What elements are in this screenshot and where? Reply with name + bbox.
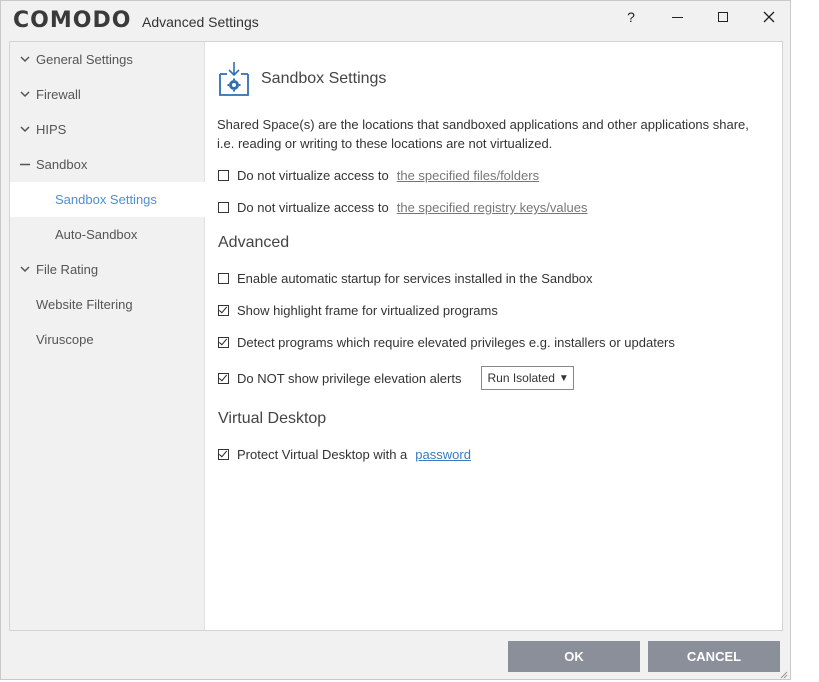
password-link[interactable]: password bbox=[415, 447, 471, 462]
sidebar-item-label: General Settings bbox=[36, 52, 133, 67]
auto-startup-checkbox[interactable] bbox=[218, 273, 229, 284]
maximize-icon bbox=[718, 12, 728, 22]
title-bar: COMODO Advanced Settings ? bbox=[1, 1, 790, 39]
sidebar-item-hips[interactable]: HIPS bbox=[10, 112, 204, 147]
resize-grip-icon[interactable] bbox=[778, 669, 788, 679]
sidebar-item-label: Sandbox bbox=[36, 157, 88, 172]
ok-button[interactable]: OK bbox=[508, 641, 640, 672]
shared-registry-checkbox[interactable] bbox=[218, 202, 229, 213]
page-title: Sandbox Settings bbox=[261, 70, 387, 87]
detect-elevated-checkbox[interactable] bbox=[218, 337, 229, 348]
sidebar-item-file-rating[interactable]: File Rating bbox=[10, 252, 204, 287]
dropdown-arrow-icon: ▼ bbox=[558, 372, 569, 384]
sidebar-item-firewall[interactable]: Firewall bbox=[10, 77, 204, 112]
shared-files-label: Do not virtualize access to bbox=[237, 168, 389, 183]
help-icon: ? bbox=[627, 9, 635, 25]
comodo-logo: COMODO bbox=[13, 8, 132, 33]
virtual-desktop-section-title: Virtual Desktop bbox=[218, 410, 327, 427]
cancel-button[interactable]: CANCEL bbox=[648, 641, 780, 672]
shared-registry-row: Do not virtualize access to the specifie… bbox=[218, 200, 588, 215]
shared-space-description: Shared Space(s) are the locations that s… bbox=[217, 117, 749, 151]
sidebar-item-label: Auto-Sandbox bbox=[55, 227, 138, 242]
specified-registry-link[interactable]: the specified registry keys/values bbox=[397, 200, 588, 215]
content-panel: General Settings Firewall HIPS Sandbox S… bbox=[9, 41, 783, 631]
sidebar-item-label: Sandbox Settings bbox=[55, 192, 157, 207]
close-icon bbox=[763, 11, 775, 23]
sidebar-item-label: HIPS bbox=[36, 122, 67, 137]
sidebar-item-label: File Rating bbox=[36, 262, 99, 277]
window-title: Advanced Settings bbox=[142, 14, 259, 30]
sidebar: General Settings Firewall HIPS Sandbox S… bbox=[10, 42, 249, 630]
virtual-desktop-label: Protect Virtual Desktop with a bbox=[237, 447, 408, 462]
auto-startup-label: Enable automatic startup for services in… bbox=[237, 271, 593, 286]
advanced-section-title: Advanced bbox=[218, 234, 290, 251]
minimize-button[interactable] bbox=[662, 5, 692, 29]
highlight-frame-row: Show highlight frame for virtualized pro… bbox=[218, 303, 498, 318]
chevron-down-icon bbox=[19, 54, 31, 66]
sandbox-settings-icon bbox=[219, 62, 249, 96]
detect-elevated-label: Detect programs which require elevated p… bbox=[237, 335, 675, 350]
minimize-icon bbox=[671, 16, 683, 18]
shared-files-row: Do not virtualize access to the specifie… bbox=[218, 168, 539, 183]
highlight-frame-checkbox[interactable] bbox=[218, 305, 229, 316]
elevation-alerts-label: Do NOT show privilege elevation alerts bbox=[237, 370, 462, 386]
virtual-desktop-checkbox[interactable] bbox=[218, 449, 229, 460]
sidebar-item-website-filtering[interactable]: Website Filtering bbox=[10, 287, 230, 322]
elevation-action-select[interactable]: Run Isolated ▼ bbox=[481, 366, 574, 390]
sidebar-item-viruscope[interactable]: Viruscope bbox=[10, 322, 230, 357]
sidebar-item-label: Firewall bbox=[36, 87, 81, 102]
chevron-down-icon bbox=[19, 89, 31, 101]
collapse-dash-icon bbox=[19, 159, 31, 171]
shared-registry-label: Do not virtualize access to bbox=[237, 200, 389, 215]
sidebar-item-general-settings[interactable]: General Settings bbox=[10, 42, 204, 77]
sidebar-item-label: Viruscope bbox=[36, 332, 94, 347]
main-panel: Sandbox Settings Shared Space(s) are the… bbox=[205, 42, 782, 630]
sidebar-item-sandbox[interactable]: Sandbox bbox=[10, 147, 204, 182]
close-button[interactable] bbox=[754, 5, 784, 29]
maximize-button[interactable] bbox=[708, 5, 738, 29]
detect-elevated-row: Detect programs which require elevated p… bbox=[218, 335, 675, 350]
elevation-action-value: Run Isolated bbox=[487, 371, 555, 385]
elevation-alerts-row: Do NOT show privilege elevation alerts R… bbox=[218, 366, 574, 390]
sidebar-item-label: Website Filtering bbox=[36, 297, 133, 312]
shared-files-checkbox[interactable] bbox=[218, 170, 229, 181]
virtual-desktop-row: Protect Virtual Desktop with a password bbox=[218, 447, 471, 462]
highlight-frame-label: Show highlight frame for virtualized pro… bbox=[237, 303, 498, 318]
advanced-settings-window: COMODO Advanced Settings ? General Setti… bbox=[0, 0, 791, 680]
specified-files-link[interactable]: the specified files/folders bbox=[397, 168, 539, 183]
elevation-alerts-checkbox[interactable] bbox=[218, 372, 229, 384]
chevron-down-icon bbox=[19, 124, 31, 136]
heading-row: Sandbox Settings bbox=[217, 60, 386, 98]
chevron-down-icon bbox=[19, 264, 31, 276]
auto-startup-row: Enable automatic startup for services in… bbox=[218, 271, 593, 286]
help-button[interactable]: ? bbox=[616, 5, 646, 29]
